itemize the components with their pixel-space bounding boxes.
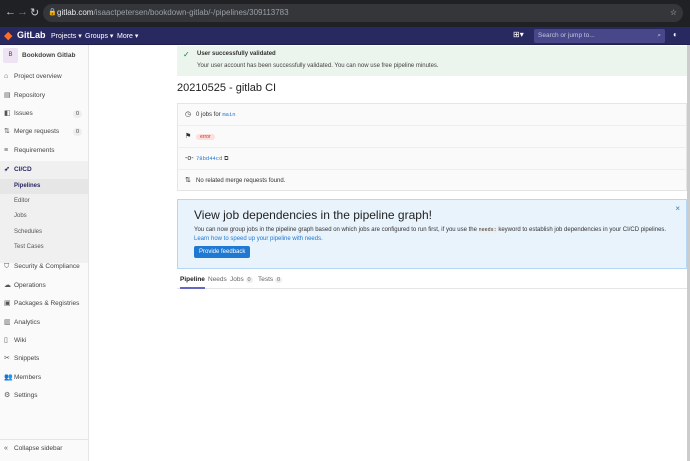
collapse-sidebar-button[interactable]: «Collapse sidebar <box>0 441 88 457</box>
pipeline-tabs: Pipeline Needs Jobs 0 Tests 0 <box>177 272 687 289</box>
browser-bar: ← → ↻ 🔒 gitlab.com/isaactpetersen/bookdow… <box>0 0 690 27</box>
chart-icon: ▥ <box>4 319 11 326</box>
copy-icon[interactable]: ⧉ <box>224 156 228 162</box>
requirements-icon: ≡ <box>4 147 9 154</box>
tab-needs[interactable]: Needs <box>208 276 227 283</box>
issues-icon: ◧ <box>4 110 11 117</box>
issues-count: 0 <box>72 110 82 118</box>
info-callout: View job dependencies in the pipeline gr… <box>177 199 687 269</box>
chevron-double-left-icon: « <box>4 445 8 452</box>
project-name[interactable]: Bookdown Gitlab <box>22 52 75 59</box>
commit-icon: -o- <box>185 155 194 162</box>
sidebar: B Bookdown Gitlab ⌂ Project overview ▤ Rep… <box>0 45 89 461</box>
clock-icon: ◷ <box>185 111 192 118</box>
nav-groups[interactable]: Groups ▾ <box>85 32 113 40</box>
star-icon[interactable]: ☆ <box>670 4 677 22</box>
provide-feedback-button[interactable]: Provide feedback <box>194 246 251 258</box>
issues-icon[interactable]: ◐ <box>673 30 678 39</box>
users-icon: 👥 <box>4 374 13 381</box>
commit-link[interactable]: 78bd44cd <box>196 155 222 162</box>
sidebar-item-members[interactable]: 👥 Members <box>0 370 88 386</box>
sidebar-item-project-overview[interactable]: ⌂ Project overview <box>0 69 88 85</box>
sidebar-item-analytics[interactable]: ▥ Analytics <box>0 315 88 331</box>
sidebar-sub-schedules[interactable]: Schedules <box>0 225 88 240</box>
needs-keyword: needs: <box>478 227 497 233</box>
sidebar-item-wiki[interactable]: ▯ Wiki <box>0 333 88 349</box>
merge-request-icon: ⇅ <box>185 177 191 184</box>
flag-icon: ⚑ <box>185 133 192 140</box>
learn-more-link[interactable]: Learn how to speed up your pipeline with… <box>194 236 323 242</box>
sidebar-item-packages[interactable]: ▣ Packages & Registries <box>0 296 88 312</box>
alert-title: User successfully validated <box>197 51 276 57</box>
callout-title: View job dependencies in the pipeline gr… <box>194 208 432 222</box>
status-badge: error <box>196 134 215 140</box>
alert-body: Your user account has been successfully … <box>197 63 439 69</box>
sidebar-item-merge-requests[interactable]: ⇅ Merge requests 0 <box>0 124 88 140</box>
gear-icon: ⚙ <box>4 392 11 399</box>
tab-tests[interactable]: Tests 0 <box>258 276 283 283</box>
lock-icon: 🔒 <box>48 9 57 16</box>
brand[interactable]: GitLab <box>17 30 46 40</box>
top-navbar: ◆ GitLab Projects ▾ Groups ▾ More ▾ ⊞▾ S… <box>0 27 690 45</box>
branch-link[interactable]: main <box>222 111 235 118</box>
sidebar-item-settings[interactable]: ⚙ Settings <box>0 388 88 404</box>
page-title: 20210525 - gitlab CI <box>177 82 277 94</box>
success-alert: ✓ User successfully validated Your user … <box>177 46 687 76</box>
sidebar-item-snippets[interactable]: ✂ Snippets <box>0 351 88 367</box>
merge-request-icon: ⇅ <box>4 128 10 135</box>
back-icon[interactable]: ← <box>5 6 16 18</box>
gitlab-logo-icon[interactable]: ◆ <box>4 29 12 42</box>
shield-icon: ⛉ <box>4 263 10 270</box>
close-icon[interactable]: × <box>675 204 680 213</box>
sidebar-item-operations[interactable]: ☁ Operations <box>0 278 88 294</box>
cloud-icon: ☁ <box>4 282 11 289</box>
sidebar-item-requirements[interactable]: ≡ Requirements <box>0 143 88 159</box>
sidebar-item-repository[interactable]: ▤ Repository <box>0 88 88 104</box>
book-icon: ▯ <box>4 337 8 344</box>
search-icon: ⌕ <box>657 32 661 39</box>
url-domain: gitlab.com <box>57 8 94 17</box>
sidebar-sub-editor[interactable]: Editor <box>0 194 88 209</box>
new-plus-icon[interactable]: ⊞▾ <box>513 30 524 39</box>
sidebar-item-issues[interactable]: ◧ Issues 0 <box>0 106 88 122</box>
pipeline-info-card: ◷ 0 jobs for main ⚑ error -o- 78bd44cd ⧉ ⇅ N… <box>177 103 687 191</box>
sidebar-item-cicd[interactable]: ➶ CI/CD <box>0 162 88 178</box>
address-bar[interactable]: 🔒 gitlab.com/isaactpetersen/bookdown-gitl… <box>43 4 683 22</box>
mr-text: No related merge requests found. <box>196 178 286 184</box>
tab-jobs[interactable]: Jobs 0 <box>230 276 253 283</box>
reload-icon[interactable]: ↻ <box>30 6 39 19</box>
mr-count: 0 <box>72 128 82 136</box>
sidebar-sub-pipelines[interactable]: Pipelines <box>0 179 88 194</box>
project-avatar[interactable]: B <box>3 48 18 63</box>
url-path: /isaactpetersen/bookdown-gitlab/-/pipeli… <box>93 8 289 17</box>
sidebar-sub-jobs[interactable]: Jobs <box>0 209 88 224</box>
jobs-count: 0 jobs for <box>196 112 221 118</box>
check-circle-icon: ✓ <box>183 50 190 59</box>
repository-icon: ▤ <box>4 92 11 99</box>
rocket-icon: ➶ <box>4 166 10 173</box>
scissors-icon: ✂ <box>4 355 10 362</box>
forward-icon[interactable]: → <box>17 6 28 18</box>
package-icon: ▣ <box>4 300 11 307</box>
nav-projects[interactable]: Projects ▾ <box>51 32 82 40</box>
tab-pipeline[interactable]: Pipeline <box>180 276 205 289</box>
home-icon: ⌂ <box>4 73 9 80</box>
sidebar-sub-test-cases[interactable]: Test Cases <box>0 240 88 255</box>
nav-more[interactable]: More ▾ <box>117 32 138 40</box>
sidebar-item-security[interactable]: ⛉ Security & Compliance <box>0 259 88 275</box>
search-input[interactable]: Search or jump to... ⌕ <box>534 29 665 43</box>
